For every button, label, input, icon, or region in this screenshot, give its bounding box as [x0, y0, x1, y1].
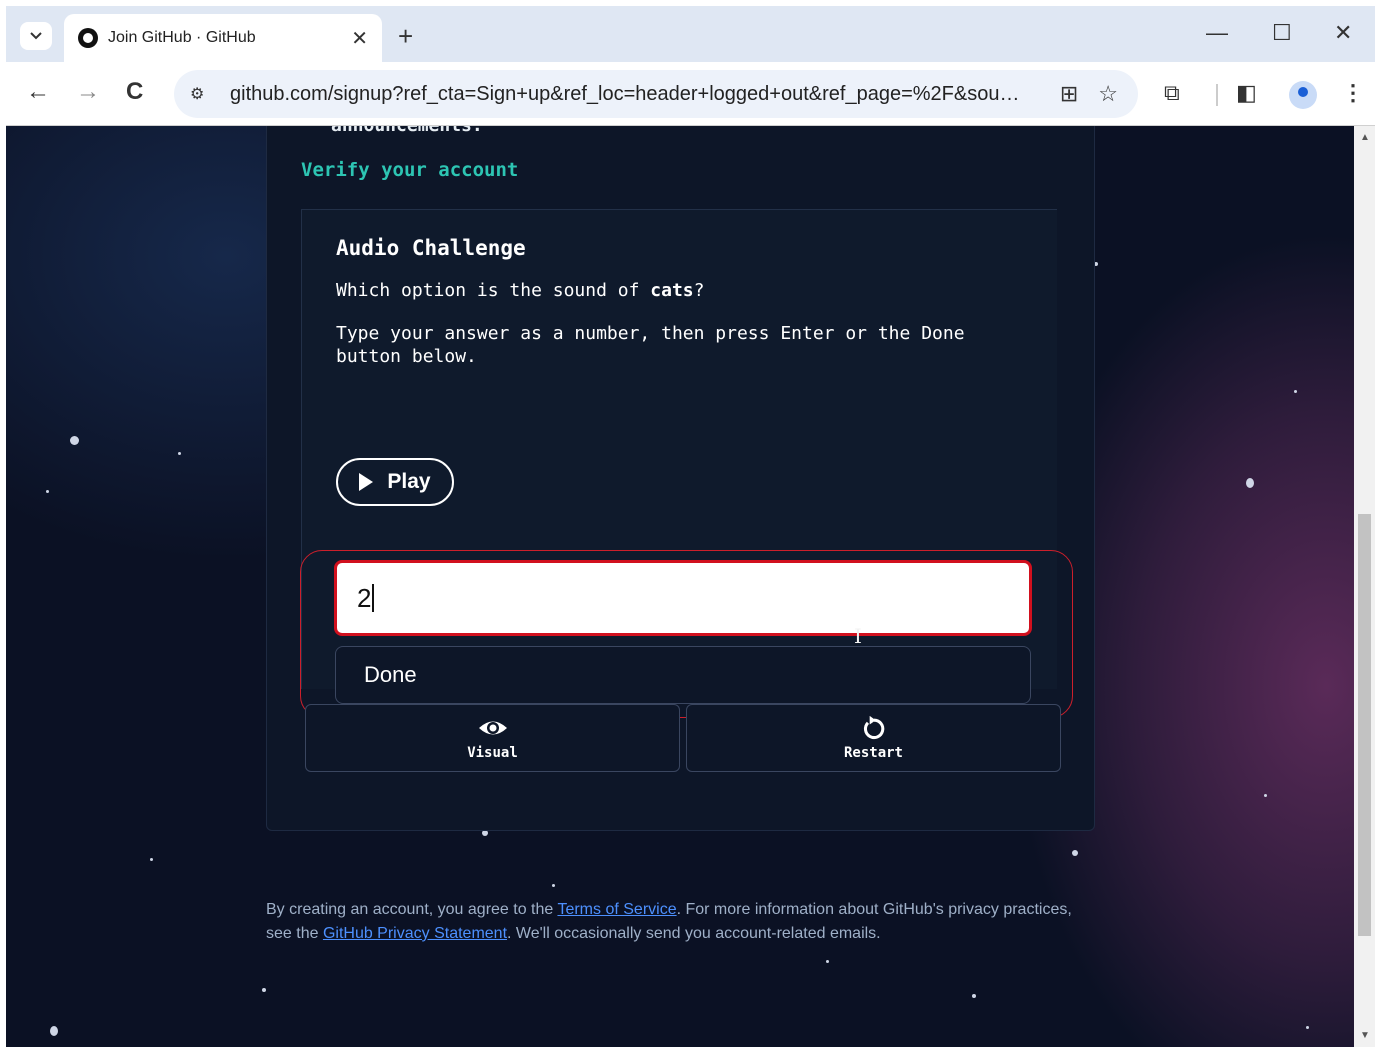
- challenge-title: Audio Challenge: [336, 236, 526, 260]
- close-window-icon[interactable]: ✕: [1334, 20, 1352, 46]
- scroll-up-arrow-icon[interactable]: ▲: [1360, 132, 1370, 143]
- profile-avatar-icon[interactable]: [1289, 81, 1317, 109]
- restart-challenge-button[interactable]: Restart: [686, 704, 1061, 772]
- background-star: [70, 436, 79, 445]
- play-label: Play: [387, 470, 431, 493]
- done-button[interactable]: Done: [335, 646, 1031, 704]
- visual-label: Visual: [467, 745, 518, 761]
- question-prefix: Which option is the sound of: [336, 280, 651, 301]
- browser-tab[interactable]: Join GitHub · GitHub ✕: [64, 14, 382, 62]
- background-star: [1294, 390, 1297, 393]
- install-app-icon[interactable]: ⊞: [1060, 81, 1078, 107]
- background-star: [178, 452, 181, 455]
- browser-toolbar: ← → C ⚙ github.com/signup?ref_cta=Sign+u…: [6, 62, 1375, 126]
- text-caret: [372, 584, 374, 612]
- tab-strip: Join GitHub · GitHub ✕ + — ☐ ✕: [6, 6, 1375, 62]
- background-star: [262, 988, 266, 992]
- terms-text-3: . We'll occasionally send you account-re…: [507, 925, 881, 942]
- reload-icon[interactable]: C: [126, 78, 143, 106]
- new-tab-button[interactable]: +: [398, 21, 413, 52]
- browser-menu-icon[interactable]: ⋮: [1342, 80, 1364, 106]
- address-bar[interactable]: ⚙ github.com/signup?ref_cta=Sign+up&ref_…: [174, 70, 1138, 118]
- question-target: cats: [650, 280, 694, 301]
- terms-notice: By creating an account, you agree to the…: [266, 898, 1096, 946]
- verify-account-heading: Verify your account: [301, 159, 519, 181]
- page-viewport: announcements. Verify your account Audio…: [6, 126, 1354, 1047]
- tab-search-button[interactable]: [20, 22, 52, 50]
- answer-value: 2: [357, 582, 372, 613]
- maximize-icon[interactable]: ☐: [1272, 20, 1292, 46]
- scroll-thumb[interactable]: [1358, 514, 1371, 936]
- privacy-statement-link[interactable]: GitHub Privacy Statement: [323, 925, 507, 942]
- background-star: [1072, 850, 1078, 856]
- challenge-question: Which option is the sound of cats?: [336, 280, 704, 301]
- restart-label: Restart: [843, 745, 903, 761]
- background-star: [1246, 478, 1254, 488]
- eye-icon: [478, 721, 507, 735]
- mouse-cursor-ibeam: I: [854, 624, 862, 648]
- challenge-instructions: Type your answer as a number, then press…: [336, 323, 965, 367]
- site-info-icon[interactable]: ⚙: [190, 84, 212, 104]
- background-star: [1264, 794, 1267, 797]
- terms-of-service-link[interactable]: Terms of Service: [557, 901, 676, 918]
- background-star: [972, 994, 976, 998]
- background-star: [552, 884, 555, 887]
- background-star: [50, 1026, 58, 1036]
- background-star: [150, 858, 153, 861]
- tab-close-icon[interactable]: ✕: [351, 26, 368, 51]
- scroll-down-arrow-icon[interactable]: ▼: [1360, 1030, 1370, 1041]
- play-icon: [359, 473, 374, 491]
- toolbar-divider: [1216, 84, 1218, 106]
- chevron-down-icon: [30, 32, 42, 40]
- minimize-icon[interactable]: —: [1206, 20, 1228, 46]
- extensions-icon[interactable]: ⧉: [1164, 80, 1180, 106]
- previous-step-text: announcements.: [331, 126, 483, 136]
- page-scrollbar[interactable]: ▲ ▼: [1354, 126, 1375, 1047]
- url-text[interactable]: github.com/signup?ref_cta=Sign+up&ref_lo…: [230, 83, 1060, 106]
- play-audio-button[interactable]: Play: [336, 458, 454, 506]
- background-star: [46, 490, 49, 493]
- tab-title: Join GitHub · GitHub: [108, 29, 256, 46]
- background-star: [1306, 1026, 1309, 1029]
- question-suffix: ?: [693, 280, 705, 301]
- side-panel-icon[interactable]: ◧: [1236, 80, 1257, 106]
- bookmark-star-icon[interactable]: ☆: [1098, 81, 1118, 107]
- restart-icon: [863, 715, 884, 739]
- visual-challenge-button[interactable]: Visual: [305, 704, 680, 772]
- terms-text-1: By creating an account, you agree to the: [266, 901, 558, 918]
- answer-input[interactable]: 2: [334, 560, 1032, 636]
- forward-icon[interactable]: →: [76, 78, 100, 106]
- back-icon[interactable]: ←: [26, 78, 50, 106]
- background-star: [826, 960, 829, 963]
- github-logo-icon: [78, 28, 98, 48]
